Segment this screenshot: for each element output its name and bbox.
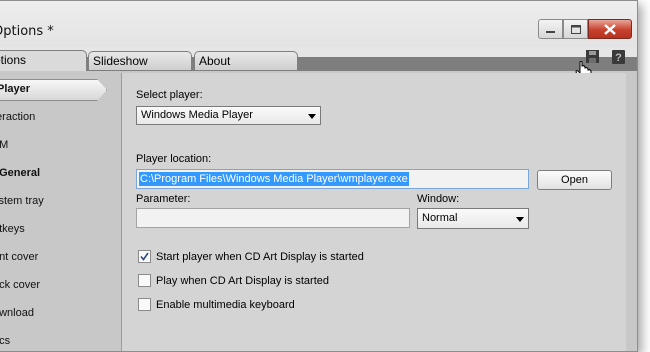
checkbox-box[interactable] — [138, 274, 151, 287]
title-bar[interactable]: Options * — [0, 1, 637, 47]
start-player-label: Start player when CD Art Display is star… — [156, 250, 364, 263]
tab-about-label: About — [199, 54, 231, 68]
player-select[interactable]: Windows Media Player — [136, 106, 321, 125]
svg-text:?: ? — [615, 52, 622, 64]
sidebar-item-back-cover[interactable]: ack cover — [0, 279, 40, 291]
window-title: Options * — [0, 24, 54, 39]
maximize-icon — [570, 24, 581, 34]
start-player-checkbox[interactable]: Start player when CD Art Display is star… — [138, 250, 364, 263]
checkbox-box[interactable] — [138, 250, 151, 263]
tab-about[interactable]: About — [194, 51, 298, 70]
tab-options[interactable]: ptions — [0, 50, 87, 71]
tab-options-label: ptions — [0, 53, 27, 67]
close-icon — [604, 23, 616, 35]
chevron-down-icon — [516, 217, 524, 222]
multimedia-keyboard-checkbox[interactable]: Enable multimedia keyboard — [138, 298, 295, 311]
sidebar-item-hotkeys[interactable]: otkeys — [0, 223, 25, 235]
play-on-start-label: Play when CD Art Display is started — [156, 274, 330, 287]
player-location-label: Player location: — [136, 153, 212, 165]
checkbox-box[interactable] — [138, 298, 151, 311]
checkmark-icon — [140, 252, 149, 261]
sidebar-item-general[interactable]: / General — [0, 167, 40, 179]
sidebar-item-lm[interactable]: LM — [0, 139, 8, 151]
tab-slideshow[interactable]: Slideshow — [88, 51, 192, 70]
maximize-button[interactable] — [563, 19, 588, 39]
caption-buttons — [538, 19, 632, 39]
window-select[interactable]: Normal — [417, 208, 529, 229]
player-location-value: C:\Program Files\Windows Media Player\wm… — [139, 172, 409, 186]
help-button[interactable]: ? — [611, 49, 625, 64]
parameter-input[interactable] — [136, 208, 410, 228]
select-player-label: Select player: — [136, 89, 203, 101]
player-location-input[interactable]: C:\Program Files\Windows Media Player\wm… — [136, 169, 529, 189]
sidebar-item-player[interactable]: Player — [0, 83, 30, 95]
tab-slideshow-label: Slideshow — [93, 54, 148, 68]
minimize-icon — [546, 30, 555, 33]
sidebar: Player teraction LM / General ystem tray… — [0, 73, 113, 351]
minimize-button[interactable] — [538, 19, 563, 39]
options-window: Options * ptions Slideshow About — [0, 0, 638, 352]
player-settings-panel: Select player: Windows Media Player Play… — [121, 73, 626, 351]
sidebar-item-interaction[interactable]: teraction — [0, 111, 35, 123]
open-button[interactable]: Open — [537, 170, 612, 190]
chevron-down-icon — [308, 114, 316, 119]
parameter-label: Parameter: — [136, 193, 191, 205]
multimedia-keyboard-label: Enable multimedia keyboard — [156, 298, 295, 311]
tab-strip: ptions Slideshow About ? — [0, 47, 637, 71]
sidebar-item-system-tray[interactable]: ystem tray — [0, 195, 44, 207]
sidebar-item-download[interactable]: ownload — [0, 307, 34, 319]
help-icon: ? — [611, 49, 625, 64]
play-on-start-checkbox[interactable]: Play when CD Art Display is started — [138, 274, 329, 287]
sidebar-item-front-cover[interactable]: ont cover — [0, 251, 38, 263]
window-select-value: Normal — [422, 212, 458, 224]
window-label: Window: — [417, 193, 460, 205]
close-button[interactable] — [588, 19, 632, 39]
sidebar-item-lyrics[interactable]: rics — [0, 335, 10, 347]
player-select-value: Windows Media Player — [141, 109, 253, 121]
